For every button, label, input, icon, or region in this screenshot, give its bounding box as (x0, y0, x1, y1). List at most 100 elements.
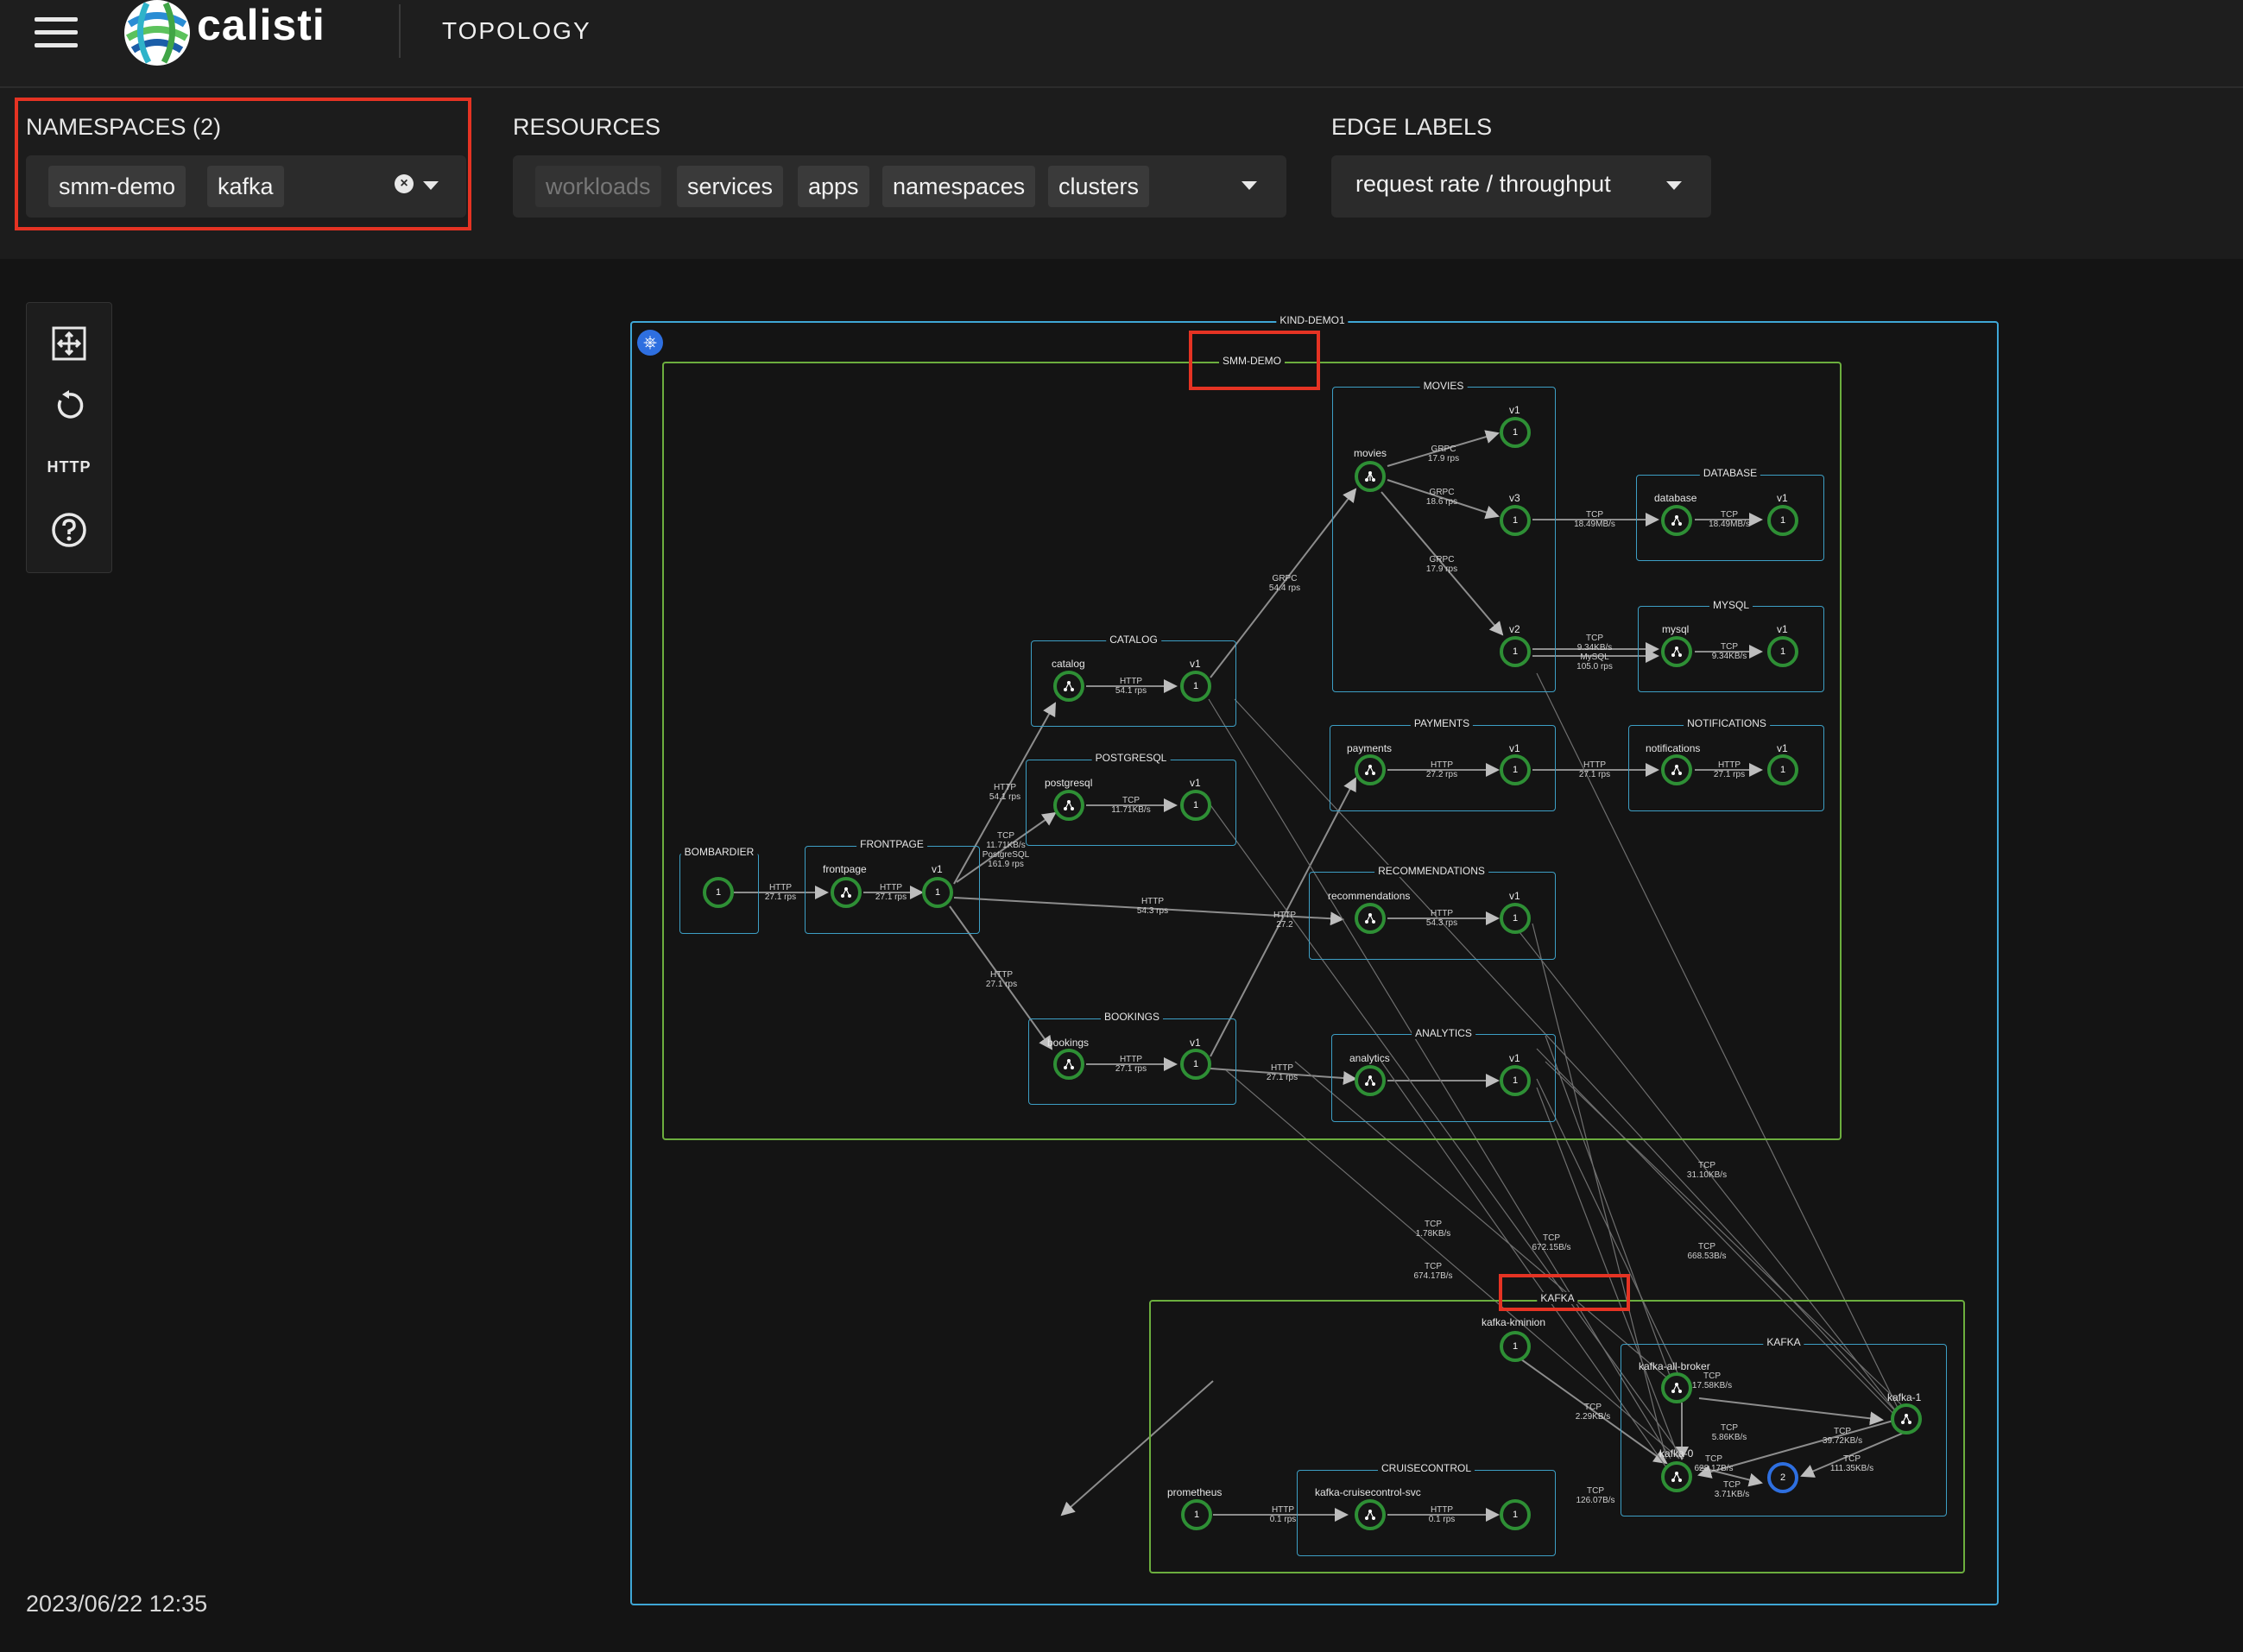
group-analytics-title: ANALYTICS (1412, 1027, 1475, 1039)
ver-label: v1 (1777, 623, 1788, 635)
edge-label: TCP 3.71KB/s (1714, 1480, 1750, 1499)
edge-label: TCP 9.34KB/s MySQL 105.0 rps (1576, 634, 1613, 672)
svc-label: notifications (1646, 742, 1701, 754)
svc-label: prometheus (1167, 1486, 1223, 1498)
group-cruisecontrol-title: CRUISECONTROL (1377, 1462, 1475, 1474)
ver-label: v1 (1777, 742, 1788, 754)
ver-label: v1 (1509, 742, 1520, 754)
workload-frontpage-v1[interactable]: 1 (922, 877, 953, 908)
edge-label: HTTP 27.2 rps (1425, 760, 1458, 779)
edge-label: TCP 18.49MB/s (1574, 510, 1615, 529)
edge-label: HTTP 54.1 rps (1115, 677, 1147, 696)
group-notifications-title: NOTIFICATIONS (1684, 717, 1770, 729)
service-bookings[interactable] (1053, 1049, 1084, 1080)
svc-label: frontpage (823, 863, 867, 875)
workload-database-v1[interactable]: 1 (1767, 505, 1798, 536)
service-mysql[interactable] (1661, 636, 1692, 667)
workload-kafka-pods[interactable]: 2 (1767, 1462, 1798, 1493)
svc-label: movies (1354, 447, 1387, 459)
group-movies-title: MOVIES (1419, 380, 1468, 392)
group-recommendations-title: RECOMMENDATIONS (1374, 865, 1488, 877)
workload-kafka-kminion[interactable]: 1 (1500, 1331, 1531, 1362)
edge-label: GRPC 54.4 rps (1268, 574, 1301, 593)
service-analytics[interactable] (1355, 1065, 1386, 1096)
group-postgresql-title: POSTGRESQL (1091, 752, 1171, 764)
ver-label: v1 (1190, 658, 1201, 670)
service-postgresql[interactable] (1053, 790, 1084, 821)
ver-label: v1 (1509, 1052, 1520, 1064)
workload-movies-v3[interactable]: 1 (1500, 505, 1531, 536)
edge-label: TCP 1.78KB/s (1415, 1220, 1451, 1239)
workload-payments-v1[interactable]: 1 (1500, 754, 1531, 785)
service-kafka-all-broker[interactable] (1661, 1372, 1692, 1403)
kubernetes-icon: ⎈ (637, 330, 663, 356)
workload-cruisecontrol-v1[interactable]: 1 (1500, 1499, 1531, 1530)
service-kafka-cruisecontrol-svc[interactable] (1355, 1499, 1386, 1530)
workload-notifications-v1[interactable]: 1 (1767, 754, 1798, 785)
ver-label: v2 (1509, 623, 1520, 635)
edge-label: TCP 39.72KB/s (1822, 1427, 1863, 1446)
edge-label: TCP 5.86KB/s (1711, 1423, 1747, 1442)
edge-label: TCP 17.58KB/s (1691, 1371, 1733, 1390)
service-payments[interactable] (1355, 754, 1386, 785)
svc-label: kafka-all-broker (1639, 1360, 1710, 1372)
edge-label: TCP 672.15B/s (1532, 1233, 1571, 1252)
workload-bombardier[interactable]: 1 (703, 877, 734, 908)
edge-label: HTTP 27.1 rps (1266, 1063, 1298, 1082)
svc-label: kafka-0 (1659, 1447, 1694, 1460)
svc-label: database (1654, 492, 1697, 504)
edge-label: TCP 18.49MB/s (1709, 510, 1750, 529)
service-kafka-1[interactable] (1891, 1403, 1922, 1434)
svc-label: bookings (1047, 1037, 1090, 1049)
svc-label: catalog (1052, 658, 1085, 670)
service-notifications[interactable] (1661, 754, 1692, 785)
service-movies[interactable] (1355, 461, 1386, 492)
service-recommendations[interactable] (1355, 903, 1386, 934)
ver-label: v3 (1509, 492, 1520, 504)
workload-movies-v1[interactable]: 1 (1500, 417, 1531, 448)
group-kafka-title: KAFKA (1763, 1336, 1804, 1348)
svc-label: mysql (1662, 623, 1690, 635)
edge-label: HTTP 54.3 rps (1425, 909, 1458, 928)
edge-label: HTTP 27.1 rps (875, 883, 907, 902)
service-catalog[interactable] (1053, 671, 1084, 702)
edge-label: TCP 628.17B/s (1694, 1454, 1734, 1473)
workload-postgresql-v1[interactable]: 1 (1180, 790, 1211, 821)
service-kafka-0[interactable] (1661, 1461, 1692, 1492)
edge-label: HTTP 27.1 rps (1713, 760, 1746, 779)
workload-mysql-v1[interactable]: 1 (1767, 636, 1798, 667)
edge-label: TCP 31.10KB/s (1686, 1161, 1728, 1180)
group-catalog-title: CATALOG (1106, 634, 1161, 646)
edge-label: HTTP 27.2 (1273, 911, 1297, 930)
service-database[interactable] (1661, 505, 1692, 536)
svc-label: kafka-cruisecontrol-svc (1315, 1486, 1421, 1498)
workload-analytics-v1[interactable]: 1 (1500, 1065, 1531, 1096)
workload-bookings-v1[interactable]: 1 (1180, 1049, 1211, 1080)
cluster-title: KIND-DEMO1 (1276, 314, 1349, 326)
service-frontpage[interactable] (831, 877, 862, 908)
edge-label: HTTP 54.3 rps (1136, 897, 1169, 916)
workload-movies-v2[interactable]: 1 (1500, 636, 1531, 667)
ver-label: v1 (932, 863, 943, 875)
edge-label: TCP 2.29KB/s (1575, 1403, 1611, 1422)
group-bookings-title: BOOKINGS (1100, 1011, 1164, 1023)
ver-label: v1 (1190, 1037, 1201, 1049)
workload-prometheus[interactable]: 1 (1181, 1499, 1212, 1530)
svc-label: postgresql (1045, 777, 1093, 789)
edge-label: TCP 668.53B/s (1687, 1242, 1727, 1261)
edge-label: TCP 126.07B/s (1576, 1486, 1615, 1505)
edge-label: TCP 9.34KB/s (1711, 642, 1747, 661)
edge-label: GRPC 17.9 rps (1425, 555, 1458, 574)
svc-label: kafka-1 (1887, 1391, 1922, 1403)
edge-label: HTTP 27.1 rps (1115, 1055, 1147, 1074)
edge-label: HTTP 0.1 rps (1269, 1505, 1297, 1524)
edge-label: TCP 11.71KB/s (1111, 796, 1151, 815)
group-database-title: DATABASE (1699, 467, 1761, 479)
ver-label: v1 (1777, 492, 1788, 504)
edge-label: GRPC 18.6 rps (1425, 488, 1458, 507)
workload-catalog-v1[interactable]: 1 (1180, 671, 1211, 702)
workload-recommendations-v1[interactable]: 1 (1500, 903, 1531, 934)
svc-label: kafka-kminion (1482, 1316, 1546, 1328)
edge-label: HTTP 0.1 rps (1428, 1505, 1456, 1524)
ver-label: v1 (1509, 890, 1520, 902)
